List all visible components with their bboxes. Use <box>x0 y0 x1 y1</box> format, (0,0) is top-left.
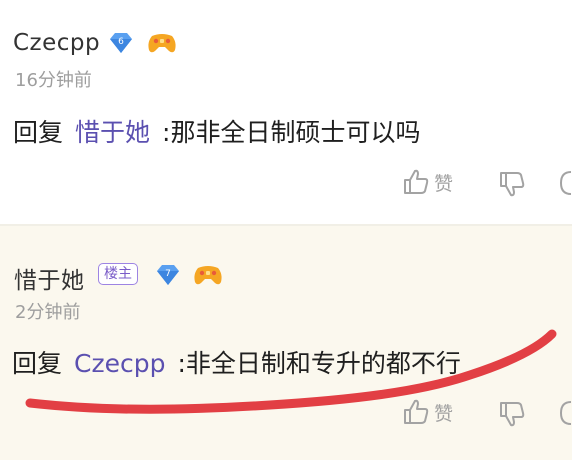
thumbs-up-icon <box>404 169 429 194</box>
level-number: 6 <box>118 37 124 47</box>
comment-item: 惜于她 楼主 7 2分钟前 回复 Czecpp :非全日制和专升的都不行 赞 <box>0 226 572 460</box>
reply-to-mention[interactable]: Czecpp <box>74 349 165 378</box>
reply-prefix: 回复 <box>13 118 64 147</box>
reply-prefix: 回复 <box>12 349 63 378</box>
comment-icon <box>559 171 572 195</box>
comment-body: 回复 Czecpp :非全日制和专升的都不行 <box>12 344 461 380</box>
owner-tag-badge: 楼主 <box>98 263 138 285</box>
comment-text: :那非全日制硕士可以吗 <box>162 118 421 147</box>
comment-time: 2分钟前 <box>15 302 81 323</box>
gamepad-badge-icon <box>194 266 222 285</box>
reply-to-mention[interactable]: 惜于她 <box>75 118 150 147</box>
diamond-level-badge-icon: 6 <box>110 33 132 53</box>
comment-button[interactable] <box>558 168 572 198</box>
comment-button[interactable] <box>558 398 572 428</box>
comment-username[interactable]: 惜于她 <box>14 261 85 295</box>
like-label: 赞 <box>434 172 454 195</box>
thumbs-down-icon <box>500 402 525 427</box>
dislike-button[interactable] <box>498 400 526 428</box>
thumbs-down-icon <box>500 172 525 197</box>
comment-text: :非全日制和专升的都不行 <box>177 349 461 378</box>
comment-icon <box>559 401 572 425</box>
like-button[interactable]: 赞 <box>402 398 453 426</box>
level-number: 7 <box>165 269 171 279</box>
diamond-level-badge-icon: 7 <box>157 265 179 285</box>
comment-body: 回复 惜于她 :那非全日制硕士可以吗 <box>13 113 420 149</box>
comment-username[interactable]: Czecpp <box>13 30 100 56</box>
thumbs-up-icon <box>404 399 429 424</box>
like-label: 赞 <box>434 402 454 425</box>
like-button[interactable]: 赞 <box>402 168 453 196</box>
gamepad-badge-icon <box>148 34 176 53</box>
dislike-button[interactable] <box>498 170 526 198</box>
comment-time: 16分钟前 <box>15 70 92 91</box>
comment-item: Czecpp 6 16分钟前 回复 惜于她 :那非全日制硕士可以吗 赞 <box>0 0 572 224</box>
